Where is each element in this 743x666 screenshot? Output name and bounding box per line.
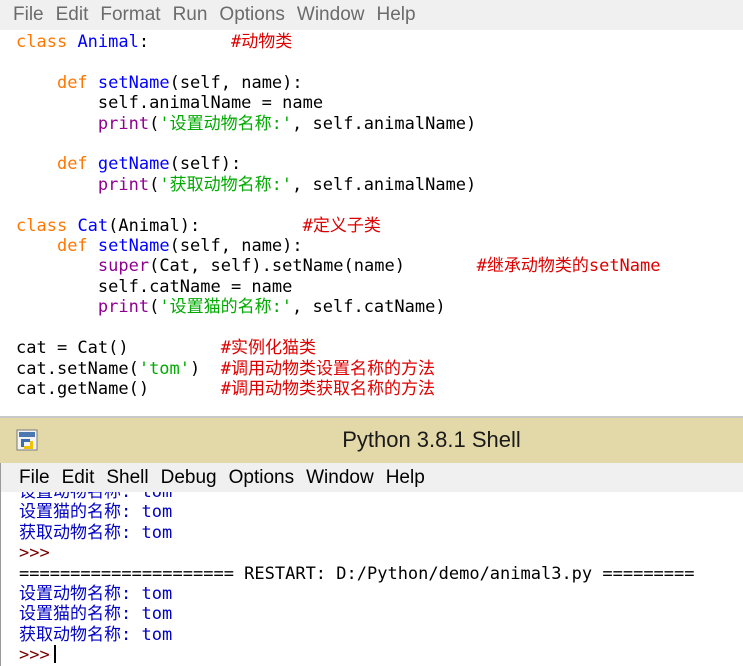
- code-text: (Animal):: [108, 215, 201, 236]
- string-literal: '设置动物名称:': [159, 113, 293, 134]
- builtin: print: [97, 297, 150, 318]
- output-line: 设置动物名称: tom: [19, 584, 173, 605]
- code-text: (: [149, 113, 160, 134]
- keyword: def: [56, 72, 88, 93]
- text-cursor: [53, 645, 56, 664]
- code-line: def getName(self):: [16, 154, 241, 174]
- editor-menu-edit[interactable]: Edit: [50, 4, 95, 26]
- output-line: 设置动物名称: tom: [19, 492, 173, 502]
- function-name: setName: [97, 236, 170, 257]
- builtin: print: [97, 174, 150, 195]
- keyword: def: [56, 236, 88, 257]
- code-text: cat.setName(: [16, 358, 139, 379]
- editor-menu-run[interactable]: Run: [167, 4, 214, 26]
- string-literal: '设置猫的名称:': [159, 297, 293, 318]
- editor-menu-file[interactable]: File: [0, 4, 50, 26]
- code-text: (self, name):: [169, 236, 303, 257]
- function-name: setName: [97, 72, 170, 93]
- comment: #定义子类: [302, 215, 381, 236]
- code-line: def setName(self, name):: [16, 73, 303, 93]
- code-text: cat = Cat(): [16, 338, 129, 359]
- code-line: cat = Cat() #实例化猫类: [16, 338, 316, 358]
- code-text: self.catName = name: [97, 276, 293, 297]
- output-line: 设置猫的名称: tom: [19, 604, 173, 625]
- editor-menu-options[interactable]: Options: [213, 4, 290, 26]
- shell-output[interactable]: 设置动物名称: tom 设置猫的名称: tom 获取动物名称: tom >>> …: [19, 492, 695, 666]
- shell-menubar: File Edit Shell Debug Options Window Hel…: [0, 463, 743, 492]
- function-name: getName: [97, 154, 170, 175]
- window-title: Python 3.8.1 Shell: [342, 427, 521, 452]
- code-text: (Cat, self).setName(name): [149, 256, 405, 277]
- restart-banner: ===================== RESTART: D:/Python…: [19, 563, 695, 584]
- output-line: 获取动物名称: tom: [19, 522, 173, 543]
- shell-prompt: >>>: [19, 543, 50, 564]
- code-line: super(Cat, self).setName(name) #继承动物类的se…: [16, 256, 661, 276]
- code-text: (self, name):: [169, 72, 303, 93]
- builtin: print: [97, 113, 150, 134]
- code-text: ): [190, 358, 201, 379]
- comment: #动物类: [231, 32, 293, 52]
- output-line: 设置猫的名称: tom: [19, 502, 173, 523]
- shell-menu-file[interactable]: File: [0, 467, 56, 489]
- code-line: cat.setName('tom') #调用动物类设置名称的方法: [16, 359, 435, 379]
- code-line: class Animal: #动物类: [16, 32, 292, 52]
- code-line: self.animalName = name: [16, 93, 323, 113]
- code-text: (self):: [169, 154, 242, 175]
- shell-menu-window[interactable]: Window: [300, 467, 380, 489]
- shell-menu-edit[interactable]: Edit: [56, 467, 101, 489]
- keyword: class: [16, 215, 68, 236]
- code-line: self.catName = name: [16, 277, 292, 297]
- editor-menu-format[interactable]: Format: [94, 4, 166, 26]
- shell-output-area[interactable]: 设置动物名称: tom 设置猫的名称: tom 获取动物名称: tom >>> …: [0, 492, 743, 666]
- comment: #调用动物类获取名称的方法: [220, 378, 435, 399]
- code-line: def setName(self, name):: [16, 236, 303, 256]
- editor-menu-help[interactable]: Help: [370, 4, 421, 26]
- code-text: , self.animalName): [292, 174, 477, 195]
- window-border: [0, 463, 1, 666]
- shell-menu-shell[interactable]: Shell: [100, 467, 154, 489]
- code-editor[interactable]: class Animal: #动物类 def setName(self, nam…: [0, 30, 743, 416]
- keyword: def: [56, 154, 88, 175]
- code-line: print('获取动物名称:', self.animalName): [16, 175, 476, 195]
- code-line: print('设置动物名称:', self.animalName): [16, 114, 476, 134]
- keyword: class: [16, 32, 68, 52]
- code-text: self.animalName = name: [97, 93, 324, 114]
- shell-menu-help[interactable]: Help: [380, 467, 431, 489]
- code-text: (: [149, 297, 160, 318]
- shell-prompt: >>>: [19, 645, 50, 666]
- comment: #实例化猫类: [220, 338, 316, 359]
- comment: #继承动物类的setName: [476, 256, 661, 277]
- shell-titlebar[interactable]: Python 3.8.1 Shell: [0, 418, 743, 463]
- class-name: Animal: [77, 32, 139, 52]
- code-line: print('设置猫的名称:', self.catName): [16, 297, 446, 317]
- comment: #调用动物类设置名称的方法: [220, 358, 435, 379]
- code-text: , self.catName): [292, 297, 446, 318]
- code-text: (: [149, 174, 160, 195]
- code-text: :: [138, 32, 150, 52]
- code-text: cat.getName(): [16, 378, 150, 399]
- string-literal: '获取动物名称:': [159, 174, 293, 195]
- code-line: cat.getName() #调用动物类获取名称的方法: [16, 379, 435, 399]
- output-line: 获取动物名称: tom: [19, 624, 173, 645]
- editor-menubar: File Edit Format Run Options Window Help: [0, 0, 743, 30]
- builtin: super: [97, 256, 150, 277]
- code-text: , self.animalName): [292, 113, 477, 134]
- code-line: class Cat(Animal): #定义子类: [16, 216, 381, 236]
- shell-menu-options[interactable]: Options: [223, 467, 300, 489]
- editor-menu-window[interactable]: Window: [291, 4, 371, 26]
- source-code[interactable]: class Animal: #动物类 def setName(self, nam…: [16, 32, 661, 399]
- shell-menu-debug[interactable]: Debug: [155, 467, 223, 489]
- class-name: Cat: [77, 215, 109, 236]
- string-literal: 'tom': [138, 358, 191, 379]
